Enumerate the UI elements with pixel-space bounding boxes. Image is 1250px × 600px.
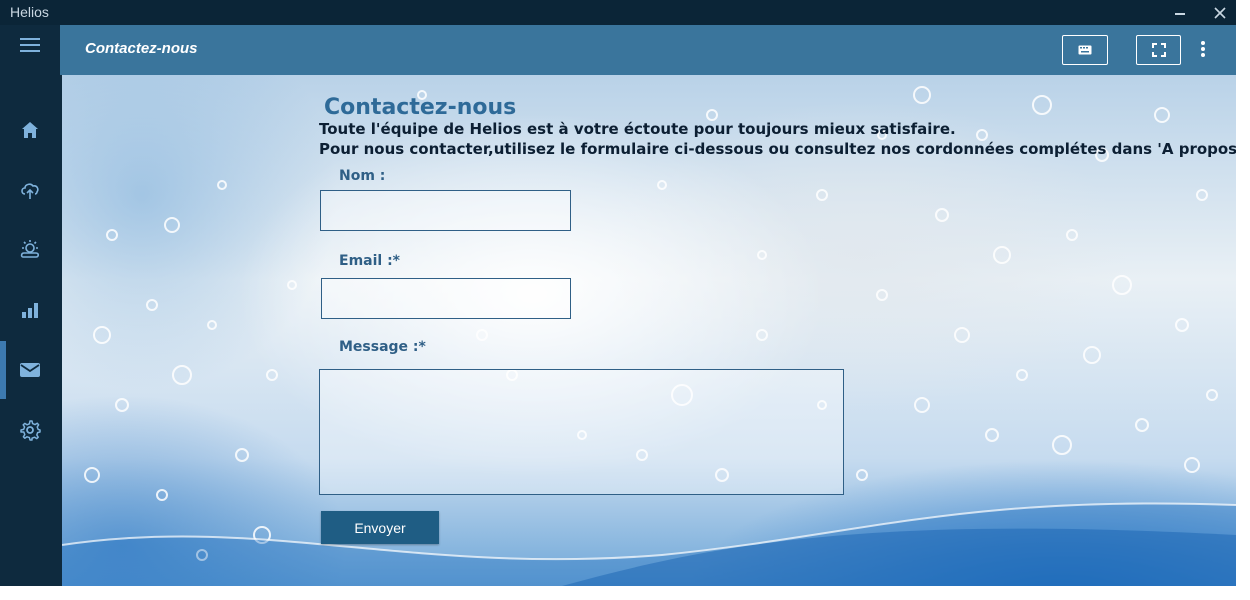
send-button[interactable]: Envoyer <box>321 511 439 544</box>
content-area: Contactez-nous Toute l'équipe de Helios … <box>62 75 1236 586</box>
hamburger-icon <box>20 38 40 52</box>
app-title: Helios <box>10 4 49 20</box>
keyboard-icon <box>1078 45 1092 55</box>
message-field[interactable] <box>319 369 844 495</box>
app-window: Helios Contactez-nous Contactez-nous Tou… <box>0 0 1236 586</box>
name-label: Nom : <box>339 168 386 184</box>
fullscreen-icon <box>1151 43 1166 57</box>
form-title: Contactez-nous <box>324 95 517 120</box>
sidebar-item-cloud[interactable] <box>0 161 60 219</box>
weather-icon <box>20 240 40 258</box>
email-field[interactable] <box>321 278 571 319</box>
page-header: Contactez-nous <box>60 25 1236 75</box>
sidebar-item-statistics[interactable] <box>0 281 60 339</box>
gear-icon <box>20 420 41 441</box>
sidebar <box>0 25 60 586</box>
fullscreen-button[interactable] <box>1136 35 1181 65</box>
cloud-upload-icon <box>21 183 39 199</box>
description-line-1: Toute l'équipe de Helios est à votre éct… <box>319 120 956 138</box>
form-description: Toute l'équipe de Helios est à votre éct… <box>319 119 1236 159</box>
chart-icon <box>22 303 38 318</box>
title-bar: Helios <box>0 0 1236 25</box>
minimize-icon <box>1175 12 1185 15</box>
description-line-2: Pour nous contacter,utilisez le formulai… <box>319 140 1236 158</box>
close-icon <box>1214 6 1226 19</box>
mail-icon <box>20 363 40 377</box>
home-icon <box>22 122 38 138</box>
message-label: Message :* <box>339 339 426 355</box>
more-options-button[interactable] <box>1193 35 1213 63</box>
sidebar-item-contact[interactable] <box>0 341 60 399</box>
close-button[interactable] <box>1205 0 1235 25</box>
more-vertical-icon <box>1201 41 1205 57</box>
sidebar-item-home[interactable] <box>0 101 60 159</box>
email-label: Email :* <box>339 253 400 269</box>
sidebar-item-weather[interactable] <box>0 221 60 279</box>
menu-button[interactable] <box>0 30 60 60</box>
minimize-button[interactable] <box>1165 0 1195 25</box>
keyboard-button[interactable] <box>1062 35 1108 65</box>
name-field[interactable] <box>320 190 571 231</box>
sidebar-item-settings[interactable] <box>0 401 60 459</box>
page-title: Contactez-nous <box>85 40 198 57</box>
